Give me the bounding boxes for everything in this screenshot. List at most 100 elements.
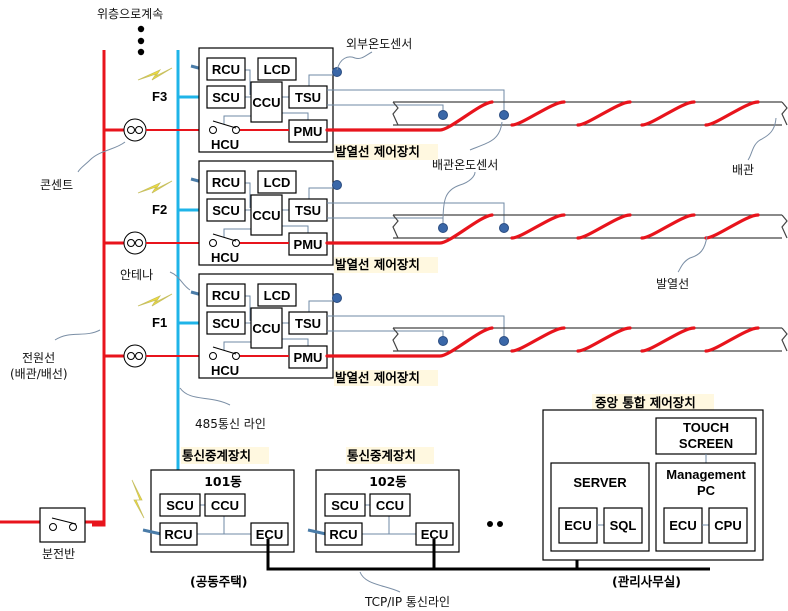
- outlet-leader: [77, 141, 126, 173]
- floor-f3: F3 RCU LCD SCU CCU TSU PMU HCU 발열선 제어장치: [104, 47, 788, 160]
- pc-cpu-label: CPU: [714, 518, 741, 533]
- lcd-label: LCD: [264, 175, 291, 190]
- heating-cable: [325, 326, 760, 358]
- panel-label: 분전반: [42, 547, 75, 561]
- continue-upstairs-label: 위층으로계속: [97, 7, 163, 21]
- heating-cable-leader: [677, 235, 708, 273]
- switch-contact-icon: [49, 523, 57, 531]
- pipe-temp-sensor-icon: [499, 223, 509, 233]
- relay-ccu-label: CCU: [211, 498, 239, 513]
- server-title: SERVER: [573, 475, 627, 490]
- rs485-leader: [179, 387, 231, 406]
- hcu-contact-icon: [209, 352, 217, 360]
- outdoor-sensor-leader: [336, 51, 373, 71]
- pipe-sensor-wire-1: [327, 217, 444, 228]
- power-line-leader: [54, 329, 101, 341]
- outdoor-sensor-label: 외부온도센서: [346, 37, 412, 51]
- outlet-label: 콘센트: [40, 178, 73, 192]
- management-pc-title-2: PC: [697, 483, 716, 498]
- hcu-contact-icon: [209, 239, 217, 247]
- hcu-label: HCU: [211, 137, 239, 152]
- floor-f2: F2 RCU LCD SCU CCU TSU PMU HCU 발열선 제어장치: [104, 160, 788, 273]
- heating-cable-label: 발열선: [656, 277, 689, 291]
- pipe-label: 배관: [732, 163, 754, 177]
- pipe-sensor-wire-1: [327, 330, 444, 341]
- scu-label: SCU: [212, 316, 239, 331]
- ccu-label: CCU: [252, 95, 280, 110]
- apartment-label: (공동주택): [190, 574, 247, 589]
- antenna-label: 안테나: [120, 268, 153, 282]
- outdoor-temp-sensor-icon: [332, 293, 342, 303]
- floor-label: F3: [152, 89, 167, 104]
- switch-contact-icon: [69, 523, 77, 531]
- server-sql-label: SQL: [610, 518, 637, 533]
- relay-scu-label: SCU: [331, 498, 358, 513]
- pipe-sensor-wire-1: [327, 104, 444, 115]
- rcu-label: RCU: [212, 175, 240, 190]
- relay-title: 통신중계장치: [182, 448, 251, 463]
- relay-scu-label: SCU: [166, 498, 193, 513]
- rcu-label: RCU: [212, 288, 240, 303]
- power-riser-line: [92, 50, 106, 527]
- wireless-signal-icon: [131, 479, 145, 519]
- floor-label: F1: [152, 315, 167, 330]
- tcp-leader: [359, 571, 401, 593]
- scu-label: SCU: [212, 90, 239, 105]
- building-label: 101동: [204, 474, 242, 489]
- pmu-label: PMU: [294, 237, 323, 252]
- management-pc-title-1: Management: [666, 467, 746, 482]
- relay-101동: 통신중계장치101동SCU CCURCU ECU: [142, 447, 295, 553]
- server-ecu-label: ECU: [564, 518, 591, 533]
- tsu-label: TSU: [295, 90, 321, 105]
- tcp-line-label: TCP/IP 통신라인: [364, 595, 450, 609]
- diagram-canvas: 위층으로계속 F3RCU LCDSCU CCU TSUPMUHCU 발열선 제어장치F2…: [0, 7, 788, 609]
- building-label: 102동: [369, 474, 407, 489]
- pipe-temp-sensor-icon: [438, 336, 448, 346]
- pipe-break-right: [781, 101, 788, 126]
- relay-102동: 통신중계장치102동SCU CCURCU ECU: [307, 447, 460, 553]
- office-label: (관리사무실): [612, 574, 681, 589]
- continuation-dot: [137, 25, 145, 33]
- rcu-label: RCU: [212, 62, 240, 77]
- tsu-label: TSU: [295, 316, 321, 331]
- scu-label: SCU: [212, 203, 239, 218]
- pipe-temp-sensor-icon: [438, 110, 448, 120]
- tsu-label: TSU: [295, 203, 321, 218]
- pipe-sensor-leader-top: [469, 121, 503, 151]
- pipe-sensor-label: 배관온도센서: [432, 158, 498, 172]
- power-line-label: 전원선: [22, 351, 55, 365]
- heating-cable: [325, 213, 760, 245]
- pipe-temp-sensor-icon: [499, 336, 509, 346]
- lcd-label: LCD: [264, 62, 291, 77]
- wireless-signal-icon: [137, 180, 173, 194]
- pmu-label: PMU: [294, 350, 323, 365]
- relay-rcu-label: RCU: [164, 527, 192, 542]
- pipe-temp-sensor-icon: [438, 223, 448, 233]
- more-buildings-dot: [497, 521, 503, 527]
- pc-ecu-label: ECU: [669, 518, 696, 533]
- pipe-temp-sensor-icon: [499, 110, 509, 120]
- central-title: 중앙 통합 제어장치: [595, 395, 696, 410]
- ccu-label: CCU: [252, 208, 280, 223]
- controller-label: 발열선 제어장치: [335, 144, 420, 159]
- hcu-label: HCU: [211, 250, 239, 265]
- rs485-line-label: 485통신 라인: [195, 417, 266, 431]
- wireless-signal-icon: [137, 67, 173, 81]
- pipe-break-right: [781, 327, 788, 352]
- more-buildings-dot: [487, 521, 493, 527]
- controller-label: 발열선 제어장치: [335, 257, 420, 272]
- lcd-label: LCD: [264, 288, 291, 303]
- antenna-leader: [169, 271, 191, 291]
- controller-label: 발열선 제어장치: [335, 370, 420, 385]
- relay-ccu-label: CCU: [376, 498, 404, 513]
- pmu-label: PMU: [294, 124, 323, 139]
- continuation-dot: [137, 37, 145, 45]
- pipe-leader: [747, 117, 777, 161]
- relay-title: 통신중계장치: [347, 448, 416, 463]
- continuation-dot: [137, 48, 145, 56]
- ccu-label: CCU: [252, 321, 280, 336]
- touch-screen-label-1: TOUCH: [683, 420, 729, 435]
- power-line-sublabel: (배관/배선): [10, 367, 68, 381]
- hcu-label: HCU: [211, 363, 239, 378]
- pipe-break-right: [781, 214, 788, 239]
